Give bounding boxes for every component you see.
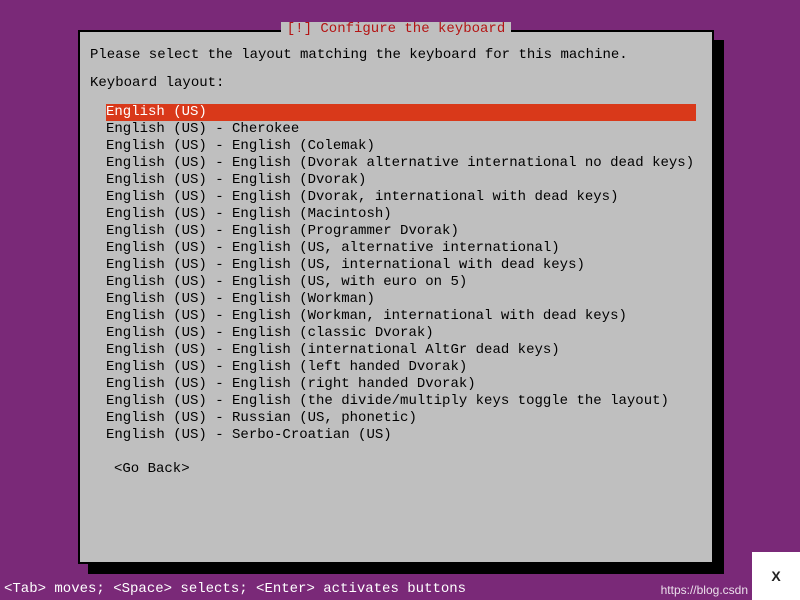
layout-option[interactable]: English (US) - English (Programmer Dvora…	[106, 223, 696, 240]
layout-option[interactable]: English (US) - English (Workman, interna…	[106, 308, 696, 325]
layout-option[interactable]: English (US) - English (US, internationa…	[106, 257, 696, 274]
layout-option[interactable]: English (US) - English (Dvorak, internat…	[106, 189, 696, 206]
watermark-url: https://blog.csdn	[661, 584, 748, 596]
layout-option[interactable]: English (US) - English (Colemak)	[106, 138, 696, 155]
layout-option[interactable]: English (US) - English (left handed Dvor…	[106, 359, 696, 376]
keyboard-layout-list[interactable]: English (US)English (US) - CherokeeEngli…	[106, 104, 696, 444]
keyboard-layout-label: Keyboard layout:	[90, 76, 702, 90]
layout-option[interactable]: English (US) - English (right handed Dvo…	[106, 376, 696, 393]
layout-option[interactable]: English (US) - English (international Al…	[106, 342, 696, 359]
dialog-content: Please select the layout matching the ke…	[80, 32, 712, 486]
layout-option[interactable]: English (US)	[106, 104, 696, 121]
layout-option[interactable]: English (US) - Serbo-Croatian (US)	[106, 427, 696, 444]
watermark-logo-text: X	[771, 569, 780, 583]
layout-option[interactable]: English (US) - English (US, alternative …	[106, 240, 696, 257]
layout-option[interactable]: English (US) - English (US, with euro on…	[106, 274, 696, 291]
layout-option[interactable]: English (US) - English (Macintosh)	[106, 206, 696, 223]
go-back-button[interactable]: <Go Back>	[114, 461, 190, 477]
watermark-logo: X	[752, 552, 800, 600]
installer-screen: [!] Configure the keyboard Please select…	[0, 0, 800, 600]
layout-option[interactable]: English (US) - Russian (US, phonetic)	[106, 410, 696, 427]
layout-option[interactable]: English (US) - English (Dvorak)	[106, 172, 696, 189]
layout-option[interactable]: English (US) - Cherokee	[106, 121, 696, 138]
layout-option[interactable]: English (US) - English (Workman)	[106, 291, 696, 308]
layout-option[interactable]: English (US) - English (classic Dvorak)	[106, 325, 696, 342]
configure-keyboard-dialog: [!] Configure the keyboard Please select…	[78, 30, 714, 564]
layout-option[interactable]: English (US) - English (Dvorak alternati…	[106, 155, 696, 172]
help-bar: <Tab> moves; <Space> selects; <Enter> ac…	[4, 582, 466, 596]
layout-option[interactable]: English (US) - English (the divide/multi…	[106, 393, 696, 410]
dialog-prompt: Please select the layout matching the ke…	[90, 48, 702, 62]
